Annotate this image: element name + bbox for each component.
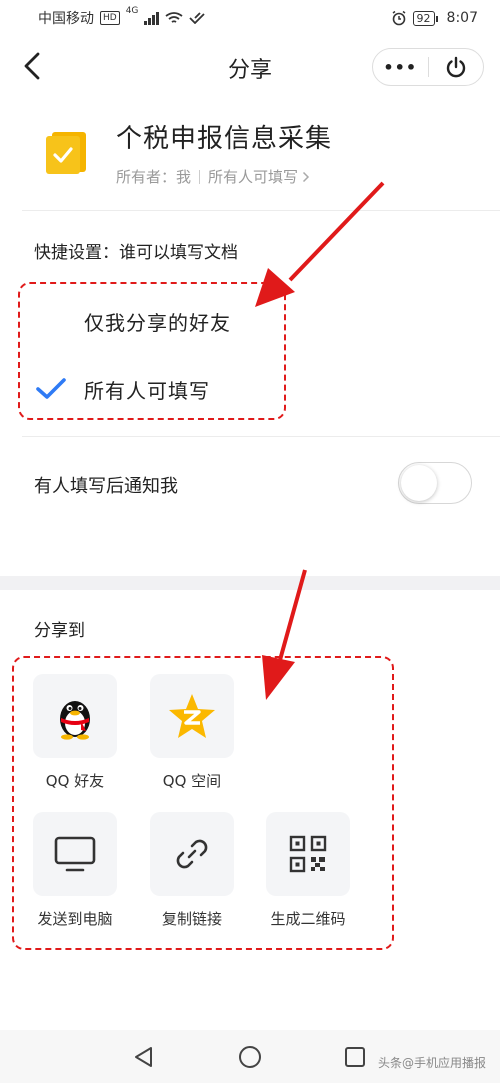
qr-code-icon: [289, 835, 327, 873]
annotation-arrow: [262, 655, 295, 700]
carrier-name: 中国移动: [38, 11, 94, 27]
option-friends-only[interactable]: 仅我分享的好友: [0, 292, 500, 350]
share-qzone[interactable]: QQ 空间: [142, 674, 242, 798]
form-document-icon: [46, 132, 86, 174]
share-tile: [33, 674, 117, 758]
document-meta: 所有者：我 所有人可填写: [116, 166, 310, 187]
checkmark-icon: [36, 378, 66, 399]
link-icon: [176, 839, 208, 869]
divider: [22, 210, 500, 211]
option-label: 仅我分享的好友: [84, 310, 231, 335]
status-bar: 中国移动 HD 4G 92 8:07: [0, 0, 500, 36]
share-copy-link[interactable]: 复制链接: [142, 812, 242, 936]
network-type: 4G: [125, 6, 139, 16]
permission-link[interactable]: 所有人可填写: [208, 166, 310, 187]
qzone-star-icon: [169, 694, 215, 738]
mini-program-capsule: •••: [372, 48, 484, 86]
system-recent-button[interactable]: [340, 1042, 370, 1072]
signal-icon: [144, 11, 160, 25]
share-send-to-pc[interactable]: 发送到电脑: [25, 812, 125, 936]
circle-home-icon: [239, 1046, 261, 1068]
watermark: 头条@手机应用播报: [378, 1056, 487, 1070]
qq-penguin-icon: [60, 701, 90, 740]
share-label: 复制链接: [161, 910, 222, 928]
divider: [22, 436, 500, 437]
power-icon: [446, 56, 465, 78]
hd-badge: HD: [100, 11, 120, 25]
option-everyone[interactable]: 所有人可填写: [0, 360, 500, 418]
more-button[interactable]: •••: [373, 49, 428, 85]
share-tile: [33, 812, 117, 896]
document-header: 个税申报信息采集 所有者：我 所有人可填写: [0, 112, 500, 212]
share-label: QQ 空间: [162, 772, 222, 790]
signal-alt-icon: [189, 12, 206, 24]
toggle-knob: [401, 465, 437, 501]
chevron-right-icon: [303, 171, 310, 182]
clock: 8:07: [446, 10, 478, 26]
share-tile: [150, 812, 234, 896]
notify-label: 有人填写后通知我: [34, 476, 178, 497]
monitor-icon: [54, 836, 96, 872]
alarm-icon: [392, 10, 405, 26]
permission-text: 所有人可填写: [208, 168, 299, 186]
nav-bar: 分享 •••: [0, 36, 500, 98]
option-label: 所有人可填写: [84, 378, 210, 403]
battery-icon: 92: [412, 10, 438, 26]
more-icon: •••: [383, 57, 418, 77]
triangle-back-icon: [135, 1047, 152, 1067]
document-title: 个税申报信息采集: [116, 124, 333, 154]
system-home-button[interactable]: [235, 1042, 265, 1072]
owner-text: 所有者：我: [116, 168, 192, 186]
notify-toggle[interactable]: [398, 462, 472, 504]
wifi-icon: [165, 12, 183, 23]
share-qq-friends[interactable]: QQ 好友: [25, 674, 125, 798]
share-tile: [266, 812, 350, 896]
share-label: QQ 好友: [45, 772, 105, 790]
share-tile: [150, 674, 234, 758]
share-generate-qr[interactable]: 生成二维码: [258, 812, 358, 936]
notify-setting-row: 有人填写后通知我: [0, 456, 500, 512]
system-back-button[interactable]: [128, 1042, 158, 1072]
share-section-label: 分享到: [34, 621, 85, 641]
quick-settings-label: 快捷设置：谁可以填写文档: [34, 243, 238, 263]
close-button[interactable]: [429, 49, 484, 85]
share-label: 生成二维码: [270, 910, 346, 928]
section-separator: [0, 576, 500, 590]
share-label: 发送到电脑: [37, 910, 113, 928]
square-recent-icon: [345, 1047, 365, 1067]
